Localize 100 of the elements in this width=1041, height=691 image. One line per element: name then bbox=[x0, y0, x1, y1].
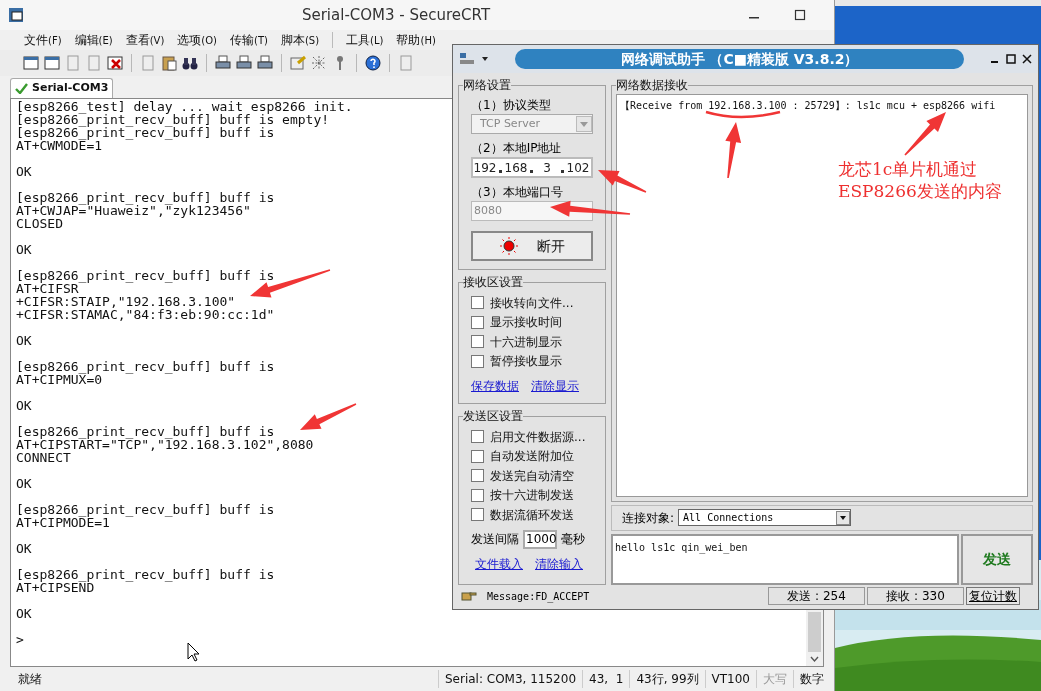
clipboard-icon[interactable] bbox=[160, 54, 178, 72]
checkbox[interactable] bbox=[471, 296, 484, 310]
field-label: （2）本地IP地址 bbox=[471, 140, 563, 157]
terminal-line: [esp8266_test] delay ... wait esp8266 init. bbox=[16, 100, 353, 113]
checkbox-label: 暂停接收显示 bbox=[490, 353, 562, 371]
interval-label: 发送间隔 bbox=[471, 531, 519, 549]
target-dropdown[interactable]: All Connections bbox=[678, 509, 852, 527]
check-icon bbox=[15, 83, 28, 94]
caret-icon bbox=[836, 510, 851, 525]
send-button[interactable]: 发送 bbox=[961, 533, 1033, 585]
ip-octet: 168 bbox=[504, 159, 528, 177]
menu-item[interactable]: 工具(L) bbox=[346, 31, 384, 49]
terminal-line: [esp8266_print_recv_buff] buff is bbox=[16, 269, 275, 282]
terminal-line: [esp8266_print_recv_buff] buff is bbox=[16, 503, 275, 516]
terminal-line: CONNECT bbox=[16, 451, 71, 464]
terminal-line: [esp8266_print_recv_buff] buff is bbox=[16, 360, 275, 373]
checkbox[interactable] bbox=[471, 508, 484, 522]
checkbox[interactable] bbox=[471, 469, 484, 483]
annotation-arrow bbox=[725, 122, 742, 179]
window-icon[interactable] bbox=[43, 54, 61, 72]
app-icon bbox=[8, 7, 24, 23]
ip-address-field[interactable]: 192 168 3 102 bbox=[471, 157, 593, 178]
printer-icon[interactable] bbox=[235, 54, 253, 72]
disconnect-button[interactable]: 断开 bbox=[471, 231, 593, 261]
terminal-line: [esp8266_print_recv_buff] buff is bbox=[16, 126, 275, 139]
status-message: Message:FD_ACCEPT bbox=[487, 589, 590, 604]
annotation-arrow bbox=[904, 112, 946, 156]
terminal-line: OK bbox=[16, 607, 32, 620]
window-title: 网络调试助手 （C■精装版 V3.8.2） bbox=[620, 49, 859, 69]
checkbox-label: 启用文件数据源... bbox=[490, 428, 586, 446]
terminal-line: OK bbox=[16, 477, 32, 490]
status-text: 数字 bbox=[793, 670, 830, 688]
status-text: 43, 1 bbox=[582, 670, 630, 688]
status-text: 大写 bbox=[756, 670, 793, 688]
menu-item[interactable]: 帮助(H) bbox=[396, 31, 436, 49]
ip-octet: 192 bbox=[473, 159, 497, 177]
checkbox-label: 显示接收时间 bbox=[490, 314, 562, 332]
terminal-line: [esp8266_print_recv_buff] buff is empty! bbox=[16, 113, 330, 126]
session-tab[interactable]: Serial-COM3 bbox=[10, 78, 114, 98]
terminal-line: OK bbox=[16, 165, 32, 178]
menu-item[interactable]: 编辑(E) bbox=[74, 31, 113, 49]
received-counter: 接收 : 330 bbox=[867, 587, 964, 605]
terminal-line: OK bbox=[16, 243, 32, 256]
menu-item[interactable]: 传输(T) bbox=[230, 31, 268, 49]
terminal-line: [esp8266_print_recv_buff] buff is bbox=[16, 191, 275, 204]
caret-icon[interactable] bbox=[481, 56, 489, 62]
scrollbar-thumb[interactable] bbox=[808, 612, 821, 652]
terminal-line: +CIFSR:STAIP,"192.168.3.100" bbox=[16, 295, 236, 308]
checkbox[interactable] bbox=[471, 488, 484, 502]
send-text-area[interactable]: hello ls1c qin_wei_ben bbox=[611, 533, 959, 585]
checkbox-label: 发送完自动清空 bbox=[490, 467, 574, 485]
group-title: 发送区设置 bbox=[463, 408, 523, 425]
terminal-line: +CIFSR:STAMAC,"84:f3:eb:90:cc:1d" bbox=[16, 308, 275, 321]
maximize-icon[interactable] bbox=[1006, 54, 1016, 64]
link[interactable]: 清除显示 bbox=[531, 376, 579, 395]
terminal-line: AT+CWJAP="Huaweiz","zyk123456" bbox=[16, 204, 251, 217]
link[interactable]: 保存数据 bbox=[471, 376, 519, 395]
interval-unit: 毫秒 bbox=[561, 531, 585, 549]
help-icon[interactable] bbox=[364, 54, 382, 72]
interval-field[interactable]: 1000 bbox=[523, 529, 557, 549]
cursor-icon bbox=[187, 642, 200, 662]
close-icon[interactable] bbox=[1022, 54, 1032, 64]
ip-octet: 102 bbox=[566, 159, 590, 177]
checkbox[interactable] bbox=[471, 430, 484, 444]
menu-item[interactable]: 脚本(S) bbox=[280, 31, 320, 49]
menu-item[interactable]: 查看(V) bbox=[125, 31, 165, 49]
checkbox-label: 按十六进制发送 bbox=[490, 487, 574, 505]
network-icon[interactable] bbox=[459, 52, 475, 66]
maximize-icon[interactable] bbox=[794, 9, 806, 21]
ip-octet: 3 bbox=[542, 159, 552, 177]
received-message: 【Receive from 192.168.3.100 : 25729】: ls1c mcu + esp8266 wifi bbox=[620, 99, 997, 113]
target-label: 连接对象: bbox=[622, 509, 675, 527]
checkbox[interactable] bbox=[471, 354, 484, 368]
terminal-line: AT+CIPMUX=0 bbox=[16, 373, 103, 386]
terminal-line: [esp8266_print_recv_buff] buff is bbox=[16, 568, 275, 581]
sparkle-icon[interactable] bbox=[310, 54, 328, 72]
window-icon[interactable] bbox=[22, 54, 40, 72]
terminal-line: OK bbox=[16, 399, 32, 412]
checkbox-label: 数据流循环发送 bbox=[490, 506, 574, 524]
menu-item[interactable]: 选项(O) bbox=[177, 31, 218, 49]
printer-icon[interactable] bbox=[256, 54, 274, 72]
terminal-line: AT+CIPMODE=1 bbox=[16, 516, 110, 529]
close-window-icon[interactable] bbox=[106, 54, 124, 72]
pointing-hand-icon bbox=[461, 590, 477, 602]
menu-item[interactable]: 文件(F) bbox=[24, 31, 62, 49]
checkbox[interactable] bbox=[471, 315, 484, 329]
indicator-light-icon bbox=[499, 236, 519, 256]
terminal-line: AT+CIFSR bbox=[16, 282, 79, 295]
checkbox[interactable] bbox=[471, 449, 484, 463]
status-text: 43行, 99列 bbox=[629, 670, 705, 688]
sent-counter: 发送 : 254 bbox=[768, 587, 865, 605]
link[interactable]: 清除输入 bbox=[535, 554, 583, 573]
terminal-line: CLOSED bbox=[16, 217, 63, 230]
annotation-arrow bbox=[300, 403, 357, 430]
terminal-line: AT+CIPSTART="TCP","192.168.3.102",8080 bbox=[16, 438, 314, 451]
checkbox[interactable] bbox=[471, 335, 484, 349]
reset-count-button[interactable]: 复位计数 bbox=[966, 587, 1020, 605]
terminal-line: AT+CWMODE=1 bbox=[16, 139, 103, 152]
link[interactable]: 文件载入 bbox=[475, 554, 523, 573]
printer-icon[interactable] bbox=[214, 54, 232, 72]
